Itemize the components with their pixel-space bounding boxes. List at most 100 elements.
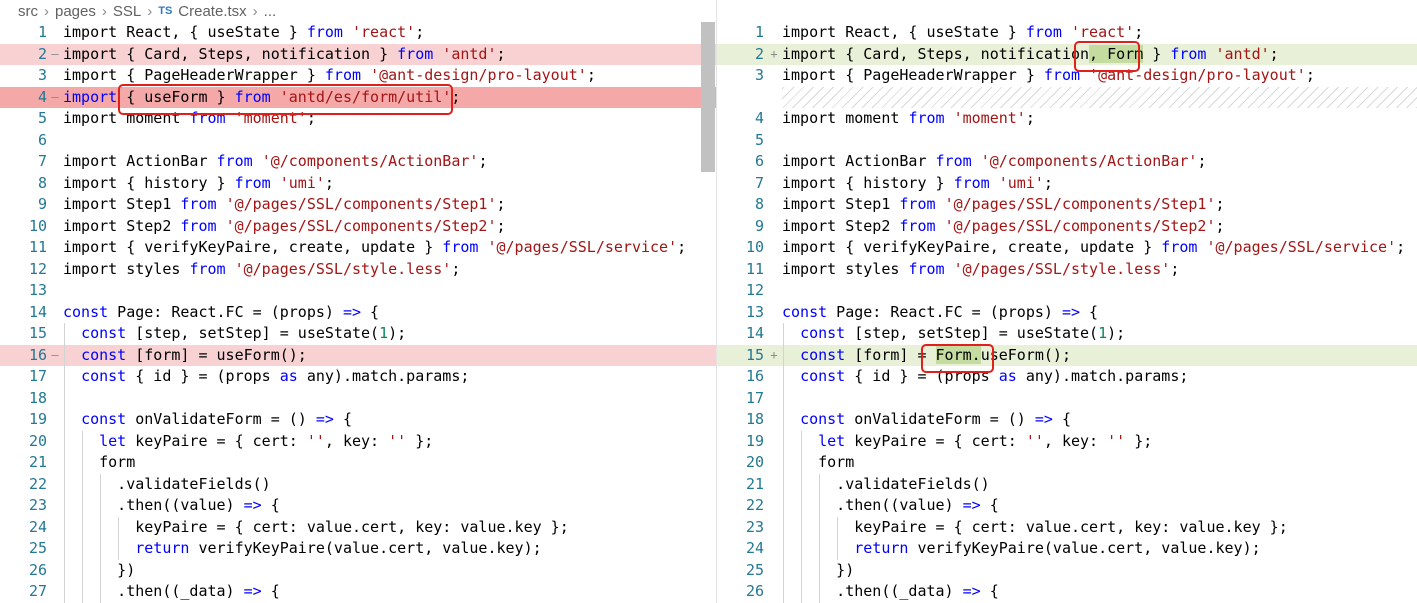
code-token: [step, setStep] = useState( [845,324,1099,342]
code-line[interactable]: 1 import React, { useState } from 'react'… [0,22,716,44]
line-number: 18 [28,388,47,407]
code-token: { [1080,302,1099,321]
code-text: .validateFields() [782,474,990,496]
code-token: { [980,582,999,600]
line-number: 4 [37,87,47,106]
code-line[interactable]: 25 }) [717,560,1417,582]
code-line[interactable]: 17 const { id } = (props as any).match.p… [0,366,716,388]
code-line[interactable]: 23 .then((value) => { [0,495,716,517]
code-line[interactable]: 8 import Step1 from '@/pages/SSL/componen… [717,194,1417,216]
code-token: }; [406,431,434,450]
code-line[interactable]: 11 import { verifyKeyPaire, create, updat… [0,237,716,259]
code-line[interactable]: 15 + const [form] = Form.useForm(); [717,344,1417,366]
code-line[interactable]: 16 const { id } = (props as any).match.p… [717,366,1417,388]
code-line[interactable]: 14 const Page: React.FC = (props) => { [0,302,716,324]
line-number: 13 [28,281,47,299]
line-number: 11 [28,238,47,256]
code-token: '' [1107,431,1126,450]
code-text: .then((_data) => { [63,581,280,603]
code-line[interactable]: 19 const onValidateForm = () => { [0,409,716,431]
code-line[interactable]: 9 import Step2 from '@/pages/SSL/componen… [717,216,1417,238]
code-token: ; [1215,195,1225,213]
code-token: Page: React.FC = (props) [108,302,343,321]
code-line[interactable]: 13 [0,280,716,302]
code-token: [form] = useForm(); [126,345,307,364]
code-text: import moment from 'moment'; [782,108,1035,130]
code-line[interactable]: 24 keyPaire = { cert: value.cert, key: v… [0,517,716,539]
code-line[interactable]: 24 return verifyKeyPaire(value.cert, val… [717,538,1417,560]
code-line[interactable]: 13 const Page: React.FC = (props) => { [717,302,1417,324]
code-token: from [216,152,253,170]
code-line[interactable]: 14 const [step, setStep] = useState(1); [717,323,1417,345]
breadcrumb-ssl[interactable]: SSL [113,3,141,20]
code-token: from [397,44,434,63]
code-line[interactable]: 12 [717,280,1417,302]
breadcrumb-src[interactable]: src [18,3,38,20]
code-line[interactable]: 7 import ActionBar from '@/components/Act… [0,151,716,173]
code-line[interactable]: 22 .then((value) => { [717,495,1417,517]
code-line[interactable]: 10 import { verifyKeyPaire, create, updat… [717,237,1417,259]
code-text: import Step2 from '@/pages/SSL/component… [63,216,506,238]
code-token: const [81,345,127,364]
code-line[interactable]: 6 [0,130,716,152]
code-line[interactable]: 21 .validateFields() [717,474,1417,496]
code-line[interactable]: 12 import styles from '@/pages/SSL/style.… [0,259,716,281]
code-line[interactable]: 21 form [0,452,716,474]
scrollbar-thumb[interactable] [701,22,715,172]
breadcrumb-ellipsis[interactable]: ... [264,3,277,20]
code-token: '' [1025,431,1044,450]
original-editor-pane[interactable]: 1 import React, { useState } from 'react'… [0,22,716,603]
code-line[interactable]: 2 + import { Card, Steps, notification, Fo… [717,43,1417,65]
code-line[interactable]: 17 [717,388,1417,410]
modified-editor-pane[interactable]: 1 import React, { useState } from 'react'… [717,22,1417,603]
code-token: import { history } [63,173,235,192]
code-line[interactable]: 26 .then((_data) => { [717,581,1417,603]
added-line-marker: + [770,347,778,362]
code-line[interactable]: 27 .then((_data) => { [0,581,716,603]
code-text: .validateFields() [63,474,271,496]
code-token: keyPaire = { cert: value.cert, key: valu… [63,517,569,536]
code-line[interactable]: 15 const [step, setStep] = useState(1); [0,323,716,345]
code-line[interactable]: 3 import { PageHeaderWrapper } from '@ant… [717,65,1417,87]
code-line[interactable]: 2 — import { Card, Steps, notification } f… [0,43,716,65]
code-line[interactable]: 25 return verifyKeyPaire(value.cert, val… [0,538,716,560]
code-line[interactable]: 8 import { history } from 'umi'; [0,173,716,195]
line-number: 11 [745,259,764,278]
code-line[interactable]: 6 import ActionBar from '@/components/Act… [717,151,1417,173]
code-line[interactable]: 22 .validateFields() [0,474,716,496]
line-number: 12 [745,281,764,299]
code-line[interactable]: 7 import { history } from 'umi'; [717,173,1417,195]
code-line[interactable]: 18 const onValidateForm = () => { [717,409,1417,431]
code-text: form [63,452,135,474]
code-token: .then((value) [63,496,244,514]
code-line[interactable]: 20 form [717,452,1417,474]
code-token: import ActionBar [63,152,217,170]
code-token: '@/components/ActionBar' [261,152,479,170]
code-line[interactable]: 1 import React, { useState } from 'react'… [717,22,1417,44]
code-line[interactable]: 16 — const [form] = useForm(); [0,344,716,366]
code-token: { [333,410,352,428]
code-line[interactable]: 4 import moment from 'moment'; [717,108,1417,130]
code-line[interactable]: 10 import Step2 from '@/pages/SSL/compone… [0,216,716,238]
code-text: import React, { useState } from 'react'; [63,22,424,44]
code-token: '@/pages/SSL/service' [1206,238,1397,256]
breadcrumb-pages[interactable]: pages [55,3,96,20]
code-token: import { verifyKeyPaire, create, update … [63,238,443,256]
code-token: 'umi' [279,173,325,192]
code-line[interactable]: 19 let keyPaire = { cert: '', key: '' }; [717,431,1417,453]
breadcrumb-file[interactable]: Create.tsx [178,3,246,20]
code-line[interactable]: 11 import styles from '@/pages/SSL/style.… [717,259,1417,281]
code-line[interactable]: 26 }) [0,560,716,582]
line-number: 21 [28,453,47,471]
code-token: ); [388,324,407,342]
code-line[interactable]: 18 [0,388,716,410]
code-token: onValidateForm = () [845,410,1035,428]
code-line[interactable]: 5 [717,130,1417,152]
code-line[interactable] [782,86,1417,108]
code-text: import styles from '@/pages/SSL/style.le… [63,259,460,281]
code-token: '@/pages/SSL/components/Step1' [225,195,497,213]
code-line[interactable]: 23 keyPaire = { cert: value.cert, key: v… [717,517,1417,539]
code-line[interactable]: 20 let keyPaire = { cert: '', key: '' }; [0,431,716,453]
code-text: import Step1 from '@/pages/SSL/component… [63,194,506,216]
code-line[interactable]: 9 import Step1 from '@/pages/SSL/componen… [0,194,716,216]
